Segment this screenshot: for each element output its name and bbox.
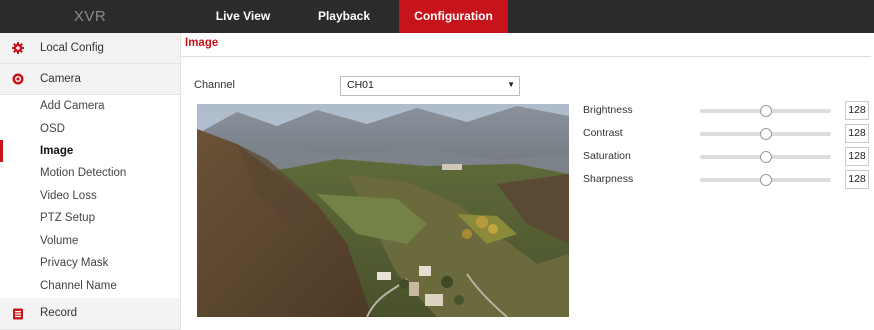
channel-select[interactable]: CH01 ▼ xyxy=(340,76,520,96)
nav-configuration[interactable]: Configuration xyxy=(399,0,508,33)
nav-live-view[interactable]: Live View xyxy=(190,0,296,33)
record-icon xyxy=(12,308,24,320)
sharpness-value[interactable]: 128 xyxy=(845,170,869,189)
sidebar-item-ptz-setup[interactable]: PTZ Setup xyxy=(0,207,180,229)
sidebar-item-video-loss[interactable]: Video Loss xyxy=(0,185,180,207)
sidebar-item-label: OSD xyxy=(40,123,65,135)
camera-icon xyxy=(12,73,24,85)
sidebar-item-label: Channel Name xyxy=(40,280,117,292)
sidebar-category-label: Local Config xyxy=(40,42,104,54)
sharpness-row: Sharpness 128 xyxy=(583,170,871,190)
sidebar-item-channel-name[interactable]: Channel Name xyxy=(0,275,180,297)
sharpness-slider-handle[interactable] xyxy=(759,174,772,186)
sidebar-item-label: Privacy Mask xyxy=(40,257,109,269)
gear-icon xyxy=(12,42,24,54)
brightness-slider-handle[interactable] xyxy=(759,105,772,117)
brightness-row: Brightness 128 xyxy=(583,101,871,121)
sidebar-item-label: Volume xyxy=(40,235,79,247)
chevron-down-icon: ▼ xyxy=(507,80,515,89)
sidebar-item-label: Video Loss xyxy=(40,190,97,202)
saturation-label: Saturation xyxy=(583,150,631,162)
contrast-row: Contrast 128 xyxy=(583,124,871,144)
contrast-slider-handle[interactable] xyxy=(759,128,772,140)
brightness-slider[interactable] xyxy=(700,105,831,117)
camera-preview xyxy=(197,104,569,317)
saturation-slider[interactable] xyxy=(700,151,831,163)
tab-divider xyxy=(181,56,871,57)
channel-label: Channel xyxy=(194,79,235,91)
sidebar-item-label: Image xyxy=(40,145,74,157)
saturation-slider-handle[interactable] xyxy=(759,151,772,163)
saturation-row: Saturation 128 xyxy=(583,147,871,167)
sidebar-item-motion-detection[interactable]: Motion Detection xyxy=(0,162,180,184)
sidebar-category-label: Camera xyxy=(40,73,81,85)
contrast-slider[interactable] xyxy=(700,128,831,140)
channel-select-value: CH01 xyxy=(347,79,374,91)
sidebar-item-label: Motion Detection xyxy=(40,167,127,179)
sidebar-item-osd[interactable]: OSD xyxy=(0,118,180,140)
contrast-label: Contrast xyxy=(583,127,623,139)
sidebar: Local Config Camera Add Camera OSD Image… xyxy=(0,33,181,330)
tab-image[interactable]: Image xyxy=(185,37,218,49)
brightness-value[interactable]: 128 xyxy=(845,101,869,120)
nav-playback[interactable]: Playback xyxy=(296,0,392,33)
sidebar-item-add-camera[interactable]: Add Camera xyxy=(0,95,180,117)
brightness-label: Brightness xyxy=(583,104,633,116)
sidebar-item-privacy-mask[interactable]: Privacy Mask xyxy=(0,252,180,274)
sidebar-category-camera[interactable]: Camera xyxy=(0,64,180,95)
sidebar-category-record[interactable]: Record xyxy=(0,298,180,330)
sidebar-item-label: Add Camera xyxy=(40,100,105,112)
sidebar-item-volume[interactable]: Volume xyxy=(0,230,180,252)
sidebar-item-label: PTZ Setup xyxy=(40,212,95,224)
sidebar-category-label: Record xyxy=(40,307,78,319)
sharpness-label: Sharpness xyxy=(583,173,634,185)
sharpness-slider[interactable] xyxy=(700,174,831,186)
saturation-value[interactable]: 128 xyxy=(845,147,869,166)
contrast-value[interactable]: 128 xyxy=(845,124,869,143)
app-logo: XVR xyxy=(73,8,107,25)
top-bar: XVR Live View Playback Configuration xyxy=(0,0,874,33)
sidebar-category-local-config[interactable]: Local Config xyxy=(0,33,180,64)
sidebar-item-image[interactable]: Image xyxy=(0,140,183,162)
